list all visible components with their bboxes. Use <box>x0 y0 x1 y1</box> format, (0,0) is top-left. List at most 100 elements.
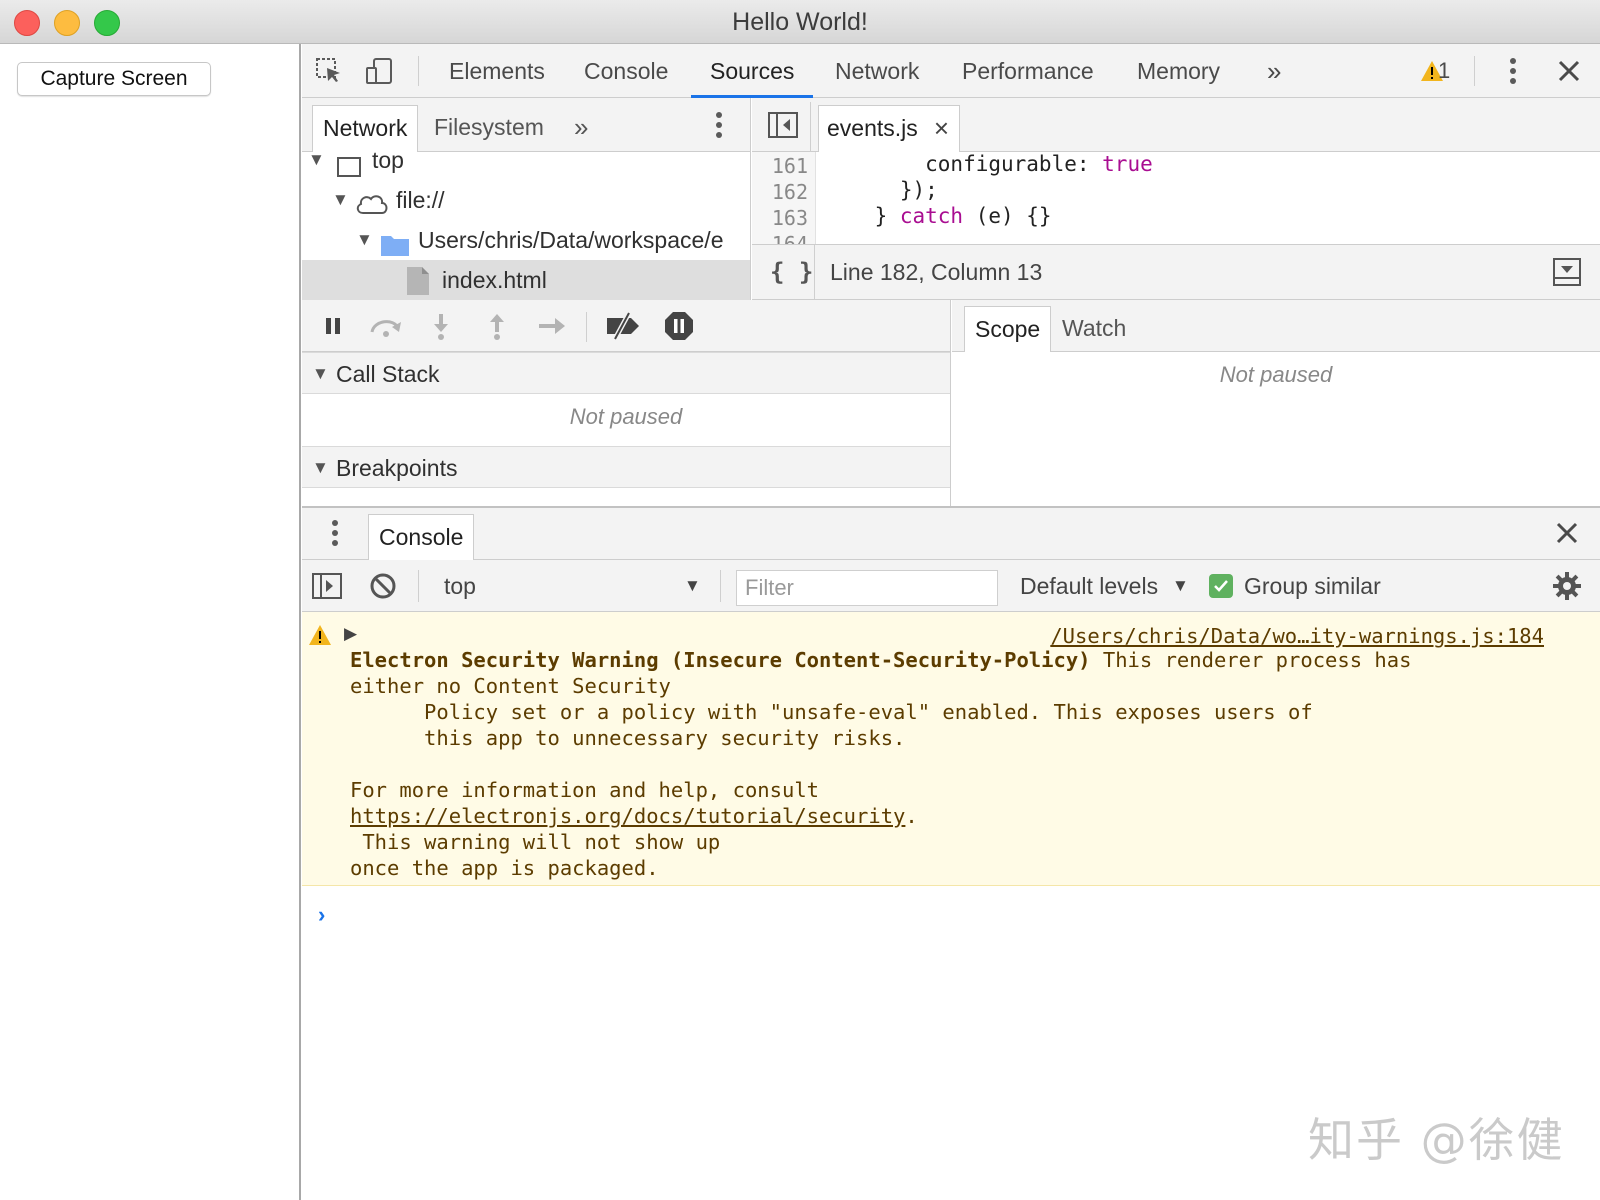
tree-label: index.html <box>442 267 547 293</box>
warning-line: once the app is packaged. <box>350 856 659 880</box>
drawer-header: Console <box>302 506 1600 560</box>
expand-triangle-icon[interactable]: ▼ <box>356 220 373 260</box>
toolbar-divider <box>418 570 419 602</box>
tab-memory[interactable]: Memory <box>1118 44 1239 98</box>
expand-triangle-icon[interactable]: ▼ <box>332 180 349 220</box>
editor-tab-events-js[interactable]: events.js × <box>818 105 960 152</box>
navigator-more-icon[interactable]: » <box>564 105 598 152</box>
drawer-menu-icon[interactable] <box>318 516 352 550</box>
window-title: Hello World! <box>732 8 868 36</box>
scope-watch-pane: Scope Watch Not paused <box>952 300 1600 506</box>
tab-console[interactable]: Console <box>565 44 687 98</box>
kebab-menu-icon[interactable] <box>1496 54 1530 88</box>
code-line: } catch (e) {} <box>824 204 1052 228</box>
warning-line: Policy set or a policy with "unsafe-eval… <box>350 700 1313 724</box>
device-toolbar-icon[interactable] <box>362 54 396 88</box>
group-similar-label[interactable]: Group similar <box>1244 560 1381 612</box>
code-line: }); <box>824 178 938 202</box>
levels-dropdown-icon[interactable]: ▼ <box>1172 560 1189 612</box>
step-out-icon[interactable] <box>482 311 512 341</box>
warning-count[interactable]: 1 <box>1430 44 1458 98</box>
group-similar-checkbox[interactable] <box>1209 574 1233 598</box>
watermark: 知乎 @徐健 <box>1308 1113 1565 1167</box>
tree-label: Users/chris/Data/workspace/e <box>418 227 724 253</box>
tab-network[interactable]: Network <box>816 44 938 98</box>
toolbar-divider <box>1474 56 1475 86</box>
pause-icon[interactable] <box>318 311 348 341</box>
tab-navigator-network[interactable]: Network <box>312 105 419 152</box>
clear-console-icon[interactable] <box>366 569 400 603</box>
inspect-element-icon[interactable] <box>312 54 346 88</box>
app-page: Capture Screen <box>0 44 301 1200</box>
breakpoints-header[interactable]: ▼ Breakpoints <box>302 446 950 488</box>
line-number: 162 <box>771 180 808 204</box>
pause-on-exceptions-icon[interactable] <box>664 311 694 341</box>
context-dropdown-icon[interactable]: ▼ <box>684 560 701 612</box>
tree-item-top[interactable]: ▼ top <box>302 152 750 180</box>
log-levels-select[interactable]: Default levels <box>1020 560 1158 612</box>
cursor-position: Line 182, Column 13 <box>830 259 1043 285</box>
deactivate-breakpoints-icon[interactable] <box>604 311 644 341</box>
security-docs-link[interactable]: https://electronjs.org/docs/tutorial/sec… <box>350 804 905 828</box>
toolbar-divider <box>418 56 419 86</box>
expand-stack-triangle-icon[interactable]: ▶ <box>344 624 357 644</box>
editor-tab-label: events.js <box>827 115 918 141</box>
tab-sources[interactable]: Sources <box>691 44 814 98</box>
devtools-main-toolbar: Elements Console Sources Network Perform… <box>302 44 1600 98</box>
warning-line: this app to unnecessary security risks. <box>350 726 906 750</box>
capture-screen-button[interactable]: Capture Screen <box>17 62 211 96</box>
toolbar-divider <box>810 102 811 152</box>
warning-line: This warning will not show up <box>350 830 721 854</box>
tree-item-file-scheme[interactable]: ▼ file:// <box>302 180 750 220</box>
toggle-console-sidebar-icon[interactable] <box>310 569 344 603</box>
console-warning-message: ▶ /Users/chris/Data/wo…ity-warnings.js:1… <box>302 612 1600 886</box>
tab-watch[interactable]: Watch <box>1052 306 1136 352</box>
console-settings-gear-icon[interactable] <box>1550 569 1584 603</box>
console-filter-input[interactable] <box>736 570 998 606</box>
step-into-icon[interactable] <box>426 311 456 341</box>
call-stack-label: Call Stack <box>336 361 440 387</box>
file-icon <box>406 266 430 300</box>
line-number: 164 <box>771 232 808 244</box>
step-over-icon[interactable] <box>366 311 406 341</box>
expand-triangle-icon[interactable]: ▼ <box>312 447 329 489</box>
toolbar-divider <box>586 312 587 342</box>
close-drawer-icon[interactable] <box>1550 516 1584 550</box>
console-prompt[interactable]: › <box>318 902 325 928</box>
tab-elements[interactable]: Elements <box>430 44 564 98</box>
warning-source-link[interactable]: /Users/chris/Data/wo…ity-warnings.js:184 <box>1050 624 1544 648</box>
expand-triangle-icon[interactable]: ▼ <box>312 353 329 395</box>
tree-label: file:// <box>396 187 445 213</box>
warning-icon <box>308 624 332 651</box>
navigator-menu-icon[interactable] <box>702 108 736 142</box>
tree-label: top <box>372 152 404 173</box>
editor-status-bar: { } Line 182, Column 13 <box>752 244 1600 300</box>
expand-triangle-icon[interactable]: ▼ <box>308 152 325 180</box>
toggle-debugger-sidebar-icon[interactable] <box>1552 257 1582 287</box>
execution-context-select[interactable]: top <box>444 560 476 612</box>
toggle-navigator-icon[interactable] <box>766 108 800 142</box>
warning-line: either no Content Security <box>350 674 671 698</box>
tab-navigator-filesystem[interactable]: Filesystem <box>424 105 554 152</box>
file-tree: ▼ top ▼ file:// ▼ Users/chris/Data/works… <box>302 152 751 300</box>
tree-item-folder[interactable]: ▼ Users/chris/Data/workspace/e <box>302 220 750 260</box>
warning-line: Electron Security Warning (Insecure Cont… <box>350 648 1412 672</box>
more-tabs-icon[interactable]: » <box>1248 44 1300 98</box>
tab-scope[interactable]: Scope <box>964 306 1052 352</box>
drawer-tab-console[interactable]: Console <box>368 514 475 560</box>
scope-watch-tabs: Scope Watch <box>952 300 1600 352</box>
close-devtools-icon[interactable] <box>1552 54 1586 88</box>
code-editor[interactable]: 161 162 163 164 configurable: true }); }… <box>752 152 1600 244</box>
console-toolbar: top ▼ Default levels ▼ Group similar <box>302 560 1600 612</box>
toolbar-divider <box>814 245 815 299</box>
tab-performance[interactable]: Performance <box>943 44 1113 98</box>
tree-item-index-html[interactable]: index.html <box>302 260 750 300</box>
debugger-toolbar <box>302 300 950 352</box>
window-titlebar: Hello World! <box>0 0 1600 44</box>
pretty-print-icon[interactable]: { } <box>770 245 813 299</box>
toolbar-divider <box>720 570 721 602</box>
close-tab-icon[interactable]: × <box>934 106 949 150</box>
call-stack-header[interactable]: ▼ Call Stack <box>302 352 950 394</box>
step-icon[interactable] <box>534 311 570 341</box>
call-stack-status: Not paused <box>569 404 683 429</box>
